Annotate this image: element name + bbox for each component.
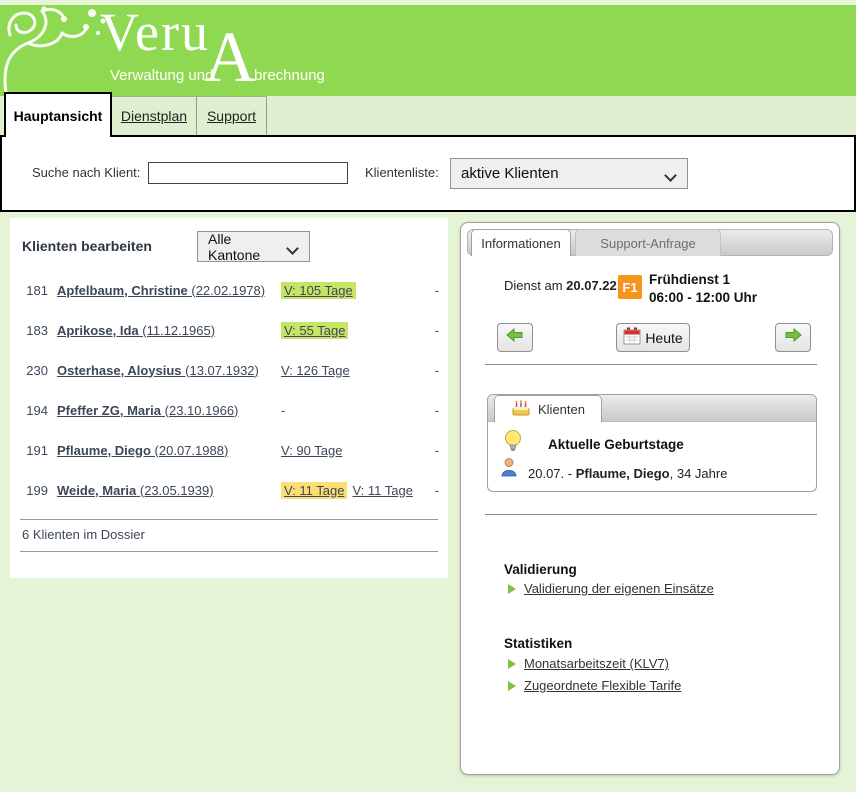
arrow-right-icon <box>784 328 802 347</box>
arrow-bullet-icon <box>508 584 516 594</box>
client-id: 194 <box>20 403 48 418</box>
today-button-label: Heute <box>645 330 682 346</box>
client-id: 191 <box>20 443 48 458</box>
client-id: 183 <box>20 323 48 338</box>
statistics-link-row: Zugeordnete Flexible Tarife <box>508 678 681 693</box>
placeholder-dash: - <box>425 483 439 498</box>
tab-support-anfrage[interactable]: Support-Anfrage <box>575 229 721 256</box>
tab-informationen[interactable]: Informationen <box>471 229 571 256</box>
today-button[interactable]: Heute <box>616 323 690 352</box>
client-list-label: Klientenliste: <box>365 165 439 180</box>
tab-support[interactable]: Support <box>197 96 267 135</box>
client-name-link[interactable]: Weide, Maria (23.05.1939) <box>57 483 281 498</box>
client-row: 230 Osterhase, Aloysius (13.07.1932) V: … <box>10 350 448 390</box>
placeholder-dash: - <box>425 443 439 458</box>
tab-klienten[interactable]: Klienten <box>494 395 602 422</box>
logo-verua: Veru <box>100 5 210 59</box>
arrow-left-icon <box>506 328 524 347</box>
birthday-entry: 20.07. - Pflaume, Diego, 34 Jahre <box>528 466 727 481</box>
contract-days-link[interactable]: V: 90 Tage <box>281 443 342 458</box>
client-row: 191 Pflaume, Diego (20.07.1988) V: 90 Ta… <box>10 430 448 470</box>
chevron-down-icon <box>664 169 677 182</box>
client-rows: 181 Apfelbaum, Christine (22.02.1978) V:… <box>10 270 448 510</box>
validation-link[interactable]: Validierung der eigenen Einsätze <box>524 581 714 596</box>
contract-days-link[interactable]: V: 126 Tage <box>281 363 350 378</box>
contract-days-link[interactable]: V: 55 Tage <box>281 322 348 339</box>
clients-count: 6 Klienten im Dossier <box>22 527 145 542</box>
shift-badge: F1 <box>618 275 642 299</box>
client-name-link[interactable]: Pflaume, Diego (20.07.1988) <box>57 443 281 458</box>
monthly-worktime-link[interactable]: Monatsarbeitszeit (KLV7) <box>524 656 669 671</box>
bulb-icon <box>504 429 522 458</box>
previous-day-button[interactable] <box>497 323 533 352</box>
duty-date-label: Dienst am 20.07.22: <box>504 278 620 293</box>
info-panel: Informationen Support-Anfrage Dienst am … <box>460 222 840 775</box>
arrow-bullet-icon <box>508 659 516 669</box>
client-search-input[interactable] <box>148 162 348 184</box>
calendar-icon <box>623 327 641 348</box>
birthday-box-tab-label: Klienten <box>538 402 585 417</box>
shift-name: Frühdienst 1 <box>649 271 757 289</box>
next-day-button[interactable] <box>775 323 811 352</box>
placeholder-dash: - <box>425 403 439 418</box>
client-id: 181 <box>20 283 48 298</box>
clients-panel: Klienten bearbeiten Alle Kantone 181 Apf… <box>10 218 448 578</box>
client-name-link[interactable]: Aprikose, Ida (11.12.1965) <box>57 323 281 338</box>
client-name-link[interactable]: Osterhase, Aloysius (13.07.1932) <box>57 363 281 378</box>
logo-subtitle-left: Verwaltung und <box>110 67 213 84</box>
validation-link-row: Validierung der eigenen Einsätze <box>508 581 714 596</box>
contract-days-link[interactable]: V: 105 Tage <box>281 282 356 299</box>
divider <box>485 364 817 365</box>
logo-subtitle-right: brechnung <box>254 67 325 84</box>
validation-heading: Validierung <box>504 562 577 577</box>
placeholder-dash: - <box>281 403 285 418</box>
client-id: 199 <box>20 483 48 498</box>
contract-days-link[interactable]: V: 11 Tage <box>352 483 412 498</box>
client-row: 183 Aprikose, Ida (11.12.1965) V: 55 Tag… <box>10 310 448 350</box>
shift-time: 06:00 - 12:00 Uhr <box>649 289 757 307</box>
client-id: 230 <box>20 363 48 378</box>
birthday-box: Klienten Aktuelle Geburtstage 20.07. - P… <box>487 394 817 492</box>
search-label: Suche nach Klient: <box>32 165 140 180</box>
divider <box>485 514 817 515</box>
divider <box>20 551 438 552</box>
statistics-link-row: Monatsarbeitszeit (KLV7) <box>508 656 669 671</box>
client-name-link[interactable]: Pfeffer ZG, Maria (23.10.1966) <box>57 403 281 418</box>
placeholder-dash: - <box>425 323 439 338</box>
chevron-down-icon <box>286 242 299 255</box>
flexible-tariffs-link[interactable]: Zugeordnete Flexible Tarife <box>524 678 681 693</box>
client-row: 181 Apfelbaum, Christine (22.02.1978) V:… <box>10 270 448 310</box>
placeholder-dash: - <box>425 363 439 378</box>
client-name-link[interactable]: Apfelbaum, Christine (22.02.1978) <box>57 283 281 298</box>
person-icon <box>500 457 518 482</box>
statistics-heading: Statistiken <box>504 636 572 651</box>
search-band: Suche nach Klient: Klientenliste: aktive… <box>0 135 856 212</box>
divider <box>20 519 438 520</box>
contract-days-link[interactable]: V: 11 Tage <box>281 482 347 499</box>
client-row: 199 Weide, Maria (23.05.1939) V: 11 Tage… <box>10 470 448 510</box>
tab-dienstplan[interactable]: Dienstplan <box>112 96 197 135</box>
arrow-bullet-icon <box>508 681 516 691</box>
shift-info: Frühdienst 1 06:00 - 12:00 Uhr <box>649 271 757 307</box>
canton-filter-select[interactable]: Alle Kantone <box>197 231 310 262</box>
main-tabbar: Hauptansicht Dienstplan Support <box>0 96 856 135</box>
clients-panel-title: Klienten bearbeiten <box>22 238 152 254</box>
app-header: Veru A Verwaltung und brechnung <box>0 5 856 96</box>
birthday-heading: Aktuelle Geburtstage <box>548 437 684 452</box>
placeholder-dash: - <box>425 283 439 298</box>
cake-icon <box>511 400 531 419</box>
client-list-select[interactable]: aktive Klienten <box>450 158 688 189</box>
tab-hauptansicht[interactable]: Hauptansicht <box>4 92 112 137</box>
client-row: 194 Pfeffer ZG, Maria (23.10.1966) - - <box>10 390 448 430</box>
